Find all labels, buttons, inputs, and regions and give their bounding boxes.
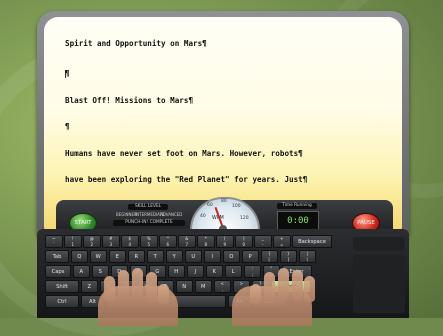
key-symbol[interactable]: < , bbox=[213, 280, 231, 293]
key-symbol[interactable]: | \ bbox=[298, 250, 316, 263]
key-h[interactable]: H bbox=[167, 265, 185, 278]
key-a[interactable]: A bbox=[72, 265, 90, 278]
key-w[interactable]: W bbox=[89, 250, 107, 263]
key-symbol[interactable]: : ; bbox=[243, 265, 261, 278]
key-enter[interactable]: Enter bbox=[281, 265, 312, 278]
key-6[interactable]: ^ 6 bbox=[159, 235, 177, 248]
key-symbol[interactable]: } ] bbox=[279, 250, 297, 263]
key-2[interactable]: @ 2 bbox=[83, 235, 101, 248]
document-line: Humans have never set foot on Mars. Howe… bbox=[65, 149, 303, 158]
key-symbol[interactable]: ? / bbox=[251, 280, 269, 293]
key-l[interactable]: L bbox=[224, 265, 242, 278]
document-line: ¶ bbox=[65, 122, 70, 131]
skill-option-advanced[interactable]: ADVANCED bbox=[160, 212, 182, 217]
gauge-tick-label: 100 bbox=[232, 204, 241, 209]
key-e[interactable]: E bbox=[108, 250, 126, 263]
gauge-tick-label: 80 bbox=[221, 199, 227, 204]
key-alt[interactable]: Alt bbox=[227, 295, 252, 308]
key-shift[interactable]: Shift bbox=[45, 280, 79, 293]
key-i[interactable]: I bbox=[203, 250, 221, 263]
gauge-tick-label: 40 bbox=[200, 214, 206, 219]
key-backspace[interactable]: Backspace bbox=[292, 235, 332, 248]
numpad-area bbox=[353, 255, 405, 313]
key-ctrl[interactable]: Ctrl bbox=[45, 295, 79, 308]
document-line: Spirit and Opportunity on Mars¶ bbox=[65, 39, 207, 48]
key-m[interactable]: M bbox=[194, 280, 212, 293]
key-n[interactable]: N bbox=[175, 280, 193, 293]
document-line: ¶ bbox=[65, 69, 70, 78]
key-x[interactable]: X bbox=[99, 280, 117, 293]
keyboard-side-panel bbox=[353, 237, 405, 251]
document-line: have been exploring the "Red Planet" for… bbox=[65, 175, 308, 184]
key-1[interactable]: ! 1 bbox=[64, 235, 82, 248]
key-symbol[interactable]: { [ bbox=[260, 250, 278, 263]
key-r[interactable]: R bbox=[127, 250, 145, 263]
key-symbol[interactable]: " ' bbox=[262, 265, 280, 278]
key-ctrl[interactable]: Ctrl bbox=[253, 295, 287, 308]
key-d[interactable]: D bbox=[110, 265, 128, 278]
key-9[interactable]: ( 9 bbox=[216, 235, 234, 248]
punch-complete-label: PUNCH-IN! COMPLETE bbox=[113, 220, 185, 226]
key-symbol[interactable]: + = bbox=[273, 235, 291, 248]
key-p[interactable]: P bbox=[241, 250, 259, 263]
key-tab[interactable]: Tab bbox=[45, 250, 69, 263]
key-spacebar[interactable] bbox=[106, 295, 226, 308]
skill-level-label: SKILL LEVEL bbox=[128, 204, 168, 210]
key-g[interactable]: G bbox=[148, 265, 166, 278]
key-b[interactable]: B bbox=[156, 280, 174, 293]
key-symbol[interactable]: > . bbox=[232, 280, 250, 293]
key-k[interactable]: K bbox=[205, 265, 223, 278]
gauge-tick-label: 120 bbox=[240, 216, 249, 221]
key-caps-lock[interactable]: Caps Lock bbox=[45, 265, 71, 288]
key-o[interactable]: O bbox=[222, 250, 240, 263]
key-y[interactable]: Y bbox=[165, 250, 183, 263]
key-5[interactable]: % 5 bbox=[140, 235, 158, 248]
key-3[interactable]: # 3 bbox=[102, 235, 120, 248]
key-4[interactable]: $ 4 bbox=[121, 235, 139, 248]
key-f[interactable]: F bbox=[129, 265, 147, 278]
key-7[interactable]: & 7 bbox=[178, 235, 196, 248]
key-8[interactable]: * 8 bbox=[197, 235, 215, 248]
key-q[interactable]: Q bbox=[70, 250, 88, 263]
key-symbol[interactable]: ~ ` bbox=[45, 235, 63, 248]
document-line: Blast Off! Missions to Mars¶ bbox=[65, 96, 194, 105]
key-j[interactable]: J bbox=[186, 265, 204, 278]
key-t[interactable]: T bbox=[146, 250, 164, 263]
key-s[interactable]: S bbox=[91, 265, 109, 278]
skill-option-beginner[interactable]: BEGINNER bbox=[116, 212, 137, 217]
timer-label: Time Running bbox=[277, 203, 317, 209]
key-v[interactable]: V bbox=[137, 280, 155, 293]
key-u[interactable]: U bbox=[184, 250, 202, 263]
key-c[interactable]: C bbox=[118, 280, 136, 293]
key-z[interactable]: Z bbox=[80, 280, 98, 293]
gauge-tick-label: 60 bbox=[207, 203, 213, 208]
key-0[interactable]: ) 0 bbox=[235, 235, 253, 248]
key-alt[interactable]: Alt bbox=[80, 295, 105, 308]
timer-display: 0:00 bbox=[277, 211, 319, 231]
key-shift[interactable]: Shift bbox=[270, 280, 311, 293]
key-symbol[interactable]: _ - bbox=[254, 235, 272, 248]
keyboard: ~ `! 1 @ 2 # 3 $ 4% 5 ^ 6 & 7 * 8( 9) 0 _ - + = B… bbox=[37, 229, 409, 318]
